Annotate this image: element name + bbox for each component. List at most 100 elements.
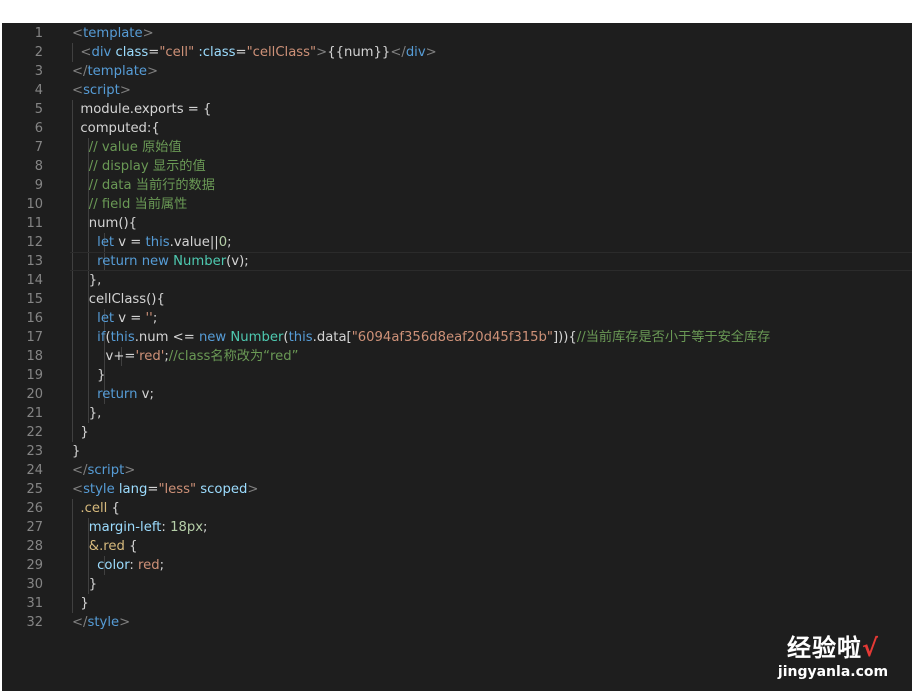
code-line[interactable]: 18 v+='red';//class名称改为“red” bbox=[2, 347, 912, 366]
code-line[interactable]: 28 &.red { bbox=[2, 537, 912, 556]
code-token: color bbox=[97, 558, 130, 573]
code-line[interactable]: 14 }, bbox=[2, 271, 912, 290]
code-token: > bbox=[147, 64, 159, 79]
code-token: } bbox=[72, 444, 81, 459]
line-text: <template> bbox=[72, 24, 154, 43]
line-number: 26 bbox=[26, 501, 43, 516]
code-line[interactable]: 4 <script> bbox=[2, 81, 912, 100]
code-line[interactable]: 9 // data 当前行的数据 bbox=[2, 176, 912, 195]
code-token: ; bbox=[152, 311, 158, 326]
line-text: <style lang="less" scoped> bbox=[72, 480, 258, 499]
code-token: this bbox=[145, 235, 170, 250]
code-line[interactable]: 5 module.exports = { bbox=[2, 100, 912, 119]
code-token: '' bbox=[145, 311, 153, 326]
code-line[interactable]: 10 // field 当前属性 bbox=[2, 195, 912, 214]
code-line[interactable]: 7 // value 原始值 bbox=[2, 138, 912, 157]
check-icon: √ bbox=[861, 634, 879, 662]
code-line[interactable]: 26 .cell { bbox=[2, 499, 912, 518]
code-line[interactable]: 22 } bbox=[2, 423, 912, 442]
code-line[interactable]: 2 <div class="cell" :class="cellClass">{… bbox=[2, 43, 912, 62]
code-token: : bbox=[129, 558, 139, 573]
code-token: < bbox=[72, 26, 84, 41]
code-line[interactable]: 3 </template> bbox=[2, 62, 912, 81]
code-line[interactable]: 19 } bbox=[2, 366, 912, 385]
line-text: // data 当前行的数据 bbox=[72, 176, 215, 195]
code-token: } bbox=[72, 577, 98, 592]
line-text: } bbox=[72, 575, 97, 594]
line-number: 30 bbox=[26, 577, 43, 592]
code-token: }, bbox=[72, 406, 102, 421]
code-line[interactable]: 29 color: red; bbox=[2, 556, 912, 575]
line-number: 9 bbox=[34, 178, 43, 193]
line-text: }, bbox=[72, 404, 102, 423]
line-number: 2 bbox=[34, 45, 43, 60]
code-token: ; bbox=[203, 520, 208, 535]
code-token: this bbox=[288, 330, 313, 345]
code-token: // display 显示的值 bbox=[88, 159, 206, 174]
code-editor[interactable]: 1 <template> 2 <div class="cell" :class="c… bbox=[2, 23, 912, 691]
code-token: } bbox=[72, 368, 106, 383]
code-token: {{num}} bbox=[327, 45, 391, 60]
code-line[interactable]: 25 <style lang="less" scoped> bbox=[2, 480, 912, 499]
code-line[interactable]: 17 if(this.num <= new Number(this.data["… bbox=[2, 328, 912, 347]
code-token: "cellClass" bbox=[246, 45, 317, 60]
code-token: { bbox=[124, 539, 138, 554]
line-text: let v = this.value||0; bbox=[72, 233, 231, 252]
code-token: let bbox=[97, 235, 115, 250]
code-token: < bbox=[80, 45, 92, 60]
code-token: template bbox=[83, 26, 143, 41]
code-line[interactable]: 1 <template> bbox=[2, 24, 912, 43]
line-text: v+='red';//class名称改为“red” bbox=[72, 347, 299, 366]
line-text: } bbox=[72, 366, 106, 385]
line-number: 8 bbox=[34, 159, 43, 174]
code-line[interactable]: 32 </style> bbox=[2, 613, 912, 632]
code-area[interactable]: 1 <template> 2 <div class="cell" :class="c… bbox=[2, 23, 912, 632]
code-token: // field 当前属性 bbox=[88, 197, 188, 212]
code-token: < bbox=[72, 83, 84, 98]
line-number: 17 bbox=[26, 330, 43, 345]
code-token: style bbox=[87, 615, 120, 630]
code-line[interactable]: 6 computed:{ bbox=[2, 119, 912, 138]
code-token: cellClass(){ bbox=[72, 292, 165, 307]
code-line[interactable]: 31 } bbox=[2, 594, 912, 613]
code-token: > bbox=[316, 45, 328, 60]
code-line[interactable]: 8 // display 显示的值 bbox=[2, 157, 912, 176]
code-line[interactable]: 13 return new Number(v); bbox=[2, 252, 912, 271]
line-number: 4 bbox=[34, 83, 43, 98]
code-line[interactable]: 27 margin-left: 18px; bbox=[2, 518, 912, 537]
line-number: 24 bbox=[26, 463, 43, 478]
line-text: // display 显示的值 bbox=[72, 157, 206, 176]
code-line[interactable]: 16 let v = ''; bbox=[2, 309, 912, 328]
code-line[interactable]: 11 num(){ bbox=[2, 214, 912, 233]
code-token: 'red' bbox=[135, 349, 165, 364]
code-line[interactable]: 12 let v = this.value||0; bbox=[2, 233, 912, 252]
line-text: return new Number(v); bbox=[72, 252, 249, 271]
code-token: </ bbox=[72, 64, 88, 79]
line-number: 31 bbox=[26, 596, 43, 611]
code-line[interactable]: 21 }, bbox=[2, 404, 912, 423]
line-number: 25 bbox=[26, 482, 43, 497]
code-token: Number bbox=[230, 330, 284, 345]
code-token: module.exports = { bbox=[72, 102, 212, 117]
code-token: 18px bbox=[170, 520, 204, 535]
code-line[interactable]: 23} bbox=[2, 442, 912, 461]
code-token: (v); bbox=[226, 254, 249, 269]
code-token: }, bbox=[72, 273, 102, 288]
code-line[interactable]: 24 </script> bbox=[2, 461, 912, 480]
code-token: < bbox=[72, 482, 84, 497]
code-token: > bbox=[119, 615, 131, 630]
code-line[interactable]: 20 return v; bbox=[2, 385, 912, 404]
code-line[interactable]: 15 cellClass(){ bbox=[2, 290, 912, 309]
code-line[interactable]: 30 } bbox=[2, 575, 912, 594]
line-number: 23 bbox=[26, 444, 43, 459]
line-text: </style> bbox=[72, 613, 130, 632]
code-token: v = bbox=[114, 311, 146, 326]
code-token: </ bbox=[390, 45, 406, 60]
code-token: //当前库存是否小于等于安全库存 bbox=[576, 330, 771, 345]
code-token: new bbox=[198, 330, 227, 345]
code-token: ; bbox=[159, 558, 165, 573]
